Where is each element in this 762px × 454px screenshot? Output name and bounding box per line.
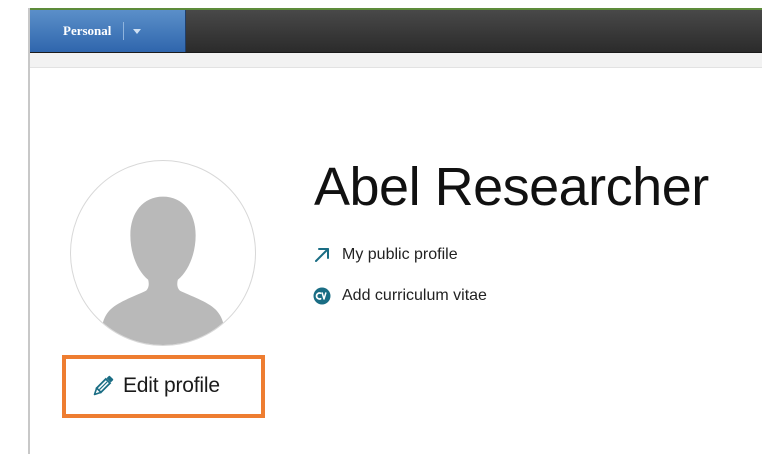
edit-profile-label: Edit profile [123, 374, 220, 397]
pencil-icon [93, 375, 114, 396]
user-silhouette-icon [100, 196, 226, 345]
add-cv-label: Add curriculum vitae [342, 287, 487, 304]
sub-navigation-bar [30, 53, 762, 68]
profile-name-heading: Abel Researcher [314, 157, 709, 217]
screen: Personal Edit profile Abel Researcher My… [0, 0, 762, 454]
cv-icon [313, 287, 331, 305]
public-profile-link[interactable]: My public profile [313, 246, 458, 264]
public-profile-label: My public profile [342, 246, 458, 263]
context-switcher-button[interactable]: Personal [30, 10, 186, 52]
context-switcher-label: Personal [63, 23, 112, 38]
profile-avatar [70, 160, 256, 346]
frame-border [28, 8, 30, 454]
context-switcher-divider [123, 22, 125, 40]
chevron-down-icon[interactable] [133, 28, 142, 34]
add-cv-link[interactable]: Add curriculum vitae [313, 287, 487, 305]
edit-profile-button[interactable]: Edit profile [90, 371, 220, 401]
external-arrow-icon [315, 248, 329, 262]
